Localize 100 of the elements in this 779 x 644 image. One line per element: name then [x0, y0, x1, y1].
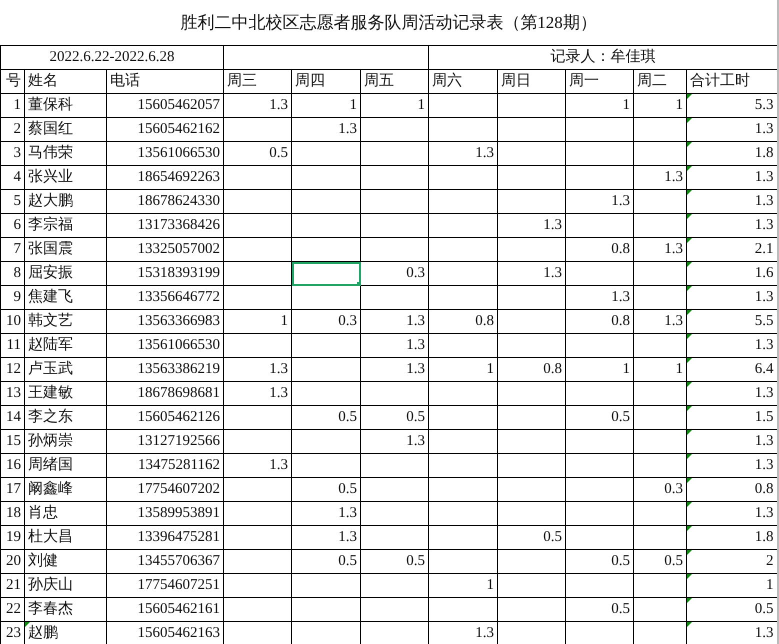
table-cell[interactable] — [224, 286, 292, 310]
table-cell[interactable] — [224, 190, 292, 214]
table-cell[interactable] — [566, 430, 634, 454]
table-cell[interactable] — [292, 454, 360, 478]
table-cell[interactable]: 1.3 — [634, 310, 686, 334]
table-cell[interactable] — [428, 334, 498, 358]
table-cell[interactable] — [292, 334, 360, 358]
table-cell[interactable] — [292, 358, 360, 382]
table-cell[interactable]: 0.5 — [566, 598, 634, 622]
table-cell[interactable] — [566, 574, 634, 598]
table-cell[interactable] — [224, 238, 292, 262]
table-cell[interactable] — [360, 526, 428, 550]
table-cell[interactable] — [498, 454, 566, 478]
table-cell[interactable] — [292, 262, 360, 286]
table-cell[interactable] — [360, 238, 428, 262]
table-cell[interactable]: 1.3 — [224, 382, 292, 406]
table-cell[interactable] — [498, 478, 566, 502]
table-cell[interactable] — [360, 598, 428, 622]
table-cell[interactable] — [428, 550, 498, 574]
table-cell[interactable]: 1 — [224, 310, 292, 334]
table-cell[interactable] — [224, 214, 292, 238]
table-cell[interactable] — [428, 598, 498, 622]
table-cell[interactable]: 1.3 — [224, 358, 292, 382]
table-cell[interactable]: 1.3 — [566, 190, 634, 214]
table-cell[interactable] — [428, 94, 498, 118]
table-cell[interactable] — [498, 430, 566, 454]
table-cell[interactable] — [498, 118, 566, 142]
table-cell[interactable]: 1.3 — [292, 526, 360, 550]
table-cell[interactable] — [292, 238, 360, 262]
table-cell[interactable] — [566, 478, 634, 502]
table-cell[interactable]: 1.3 — [498, 262, 566, 286]
table-cell[interactable] — [498, 550, 566, 574]
table-cell[interactable] — [360, 214, 428, 238]
table-cell[interactable] — [360, 166, 428, 190]
table-cell[interactable]: 0.5 — [292, 478, 360, 502]
table-cell[interactable]: 1 — [566, 94, 634, 118]
table-cell[interactable]: 1.3 — [360, 358, 428, 382]
table-cell[interactable] — [634, 526, 686, 550]
table-cell[interactable] — [566, 502, 634, 526]
table-cell[interactable] — [428, 406, 498, 430]
table-cell[interactable] — [634, 574, 686, 598]
table-cell[interactable] — [498, 574, 566, 598]
table-cell[interactable]: 0.3 — [634, 478, 686, 502]
table-cell[interactable] — [566, 118, 634, 142]
table-cell[interactable] — [634, 118, 686, 142]
table-cell[interactable] — [634, 214, 686, 238]
table-cell[interactable]: 0.5 — [566, 550, 634, 574]
table-cell[interactable] — [292, 190, 360, 214]
table-cell[interactable] — [498, 334, 566, 358]
table-cell[interactable]: 1.3 — [360, 334, 428, 358]
table-cell[interactable]: 1.3 — [224, 454, 292, 478]
table-cell[interactable] — [498, 238, 566, 262]
table-cell[interactable]: 1 — [428, 574, 498, 598]
table-cell[interactable] — [566, 454, 634, 478]
table-cell[interactable]: 1 — [360, 94, 428, 118]
table-cell[interactable]: 0.8 — [428, 310, 498, 334]
table-cell[interactable] — [428, 190, 498, 214]
table-cell[interactable] — [360, 454, 428, 478]
table-cell[interactable]: 0.8 — [566, 238, 634, 262]
table-cell[interactable] — [224, 526, 292, 550]
table-cell[interactable]: 1.3 — [360, 430, 428, 454]
table-cell[interactable]: 0.3 — [360, 262, 428, 286]
table-cell[interactable] — [224, 502, 292, 526]
table-cell[interactable] — [498, 166, 566, 190]
table-cell[interactable] — [224, 406, 292, 430]
table-cell[interactable]: 1.3 — [292, 502, 360, 526]
table-cell[interactable]: 0.5 — [566, 406, 634, 430]
table-cell[interactable] — [292, 430, 360, 454]
table-cell[interactable] — [498, 502, 566, 526]
table-cell[interactable] — [428, 382, 498, 406]
table-cell[interactable] — [292, 382, 360, 406]
table-cell[interactable]: 0.5 — [498, 526, 566, 550]
table-cell[interactable]: 1.3 — [292, 118, 360, 142]
table-cell[interactable] — [498, 190, 566, 214]
table-cell[interactable]: 0.5 — [292, 550, 360, 574]
table-cell[interactable] — [634, 286, 686, 310]
table-cell[interactable]: 1.3 — [224, 94, 292, 118]
table-cell[interactable] — [498, 598, 566, 622]
table-cell[interactable]: 0.5 — [634, 550, 686, 574]
table-cell[interactable] — [224, 166, 292, 190]
table-cell[interactable] — [566, 166, 634, 190]
table-cell[interactable] — [428, 286, 498, 310]
table-cell[interactable]: 1 — [428, 358, 498, 382]
table-cell[interactable] — [498, 94, 566, 118]
table-cell[interactable] — [428, 262, 498, 286]
table-cell[interactable] — [428, 430, 498, 454]
table-cell[interactable]: 0.5 — [360, 550, 428, 574]
table-cell[interactable] — [566, 214, 634, 238]
table-cell[interactable] — [224, 430, 292, 454]
table-cell[interactable] — [360, 190, 428, 214]
table-cell[interactable] — [428, 118, 498, 142]
table-cell[interactable] — [360, 118, 428, 142]
table-cell[interactable]: 0.5 — [360, 406, 428, 430]
table-cell[interactable] — [292, 214, 360, 238]
table-cell[interactable] — [634, 262, 686, 286]
table-cell[interactable] — [292, 574, 360, 598]
table-cell[interactable]: 1.3 — [428, 142, 498, 166]
table-cell[interactable]: 1.3 — [360, 310, 428, 334]
table-cell[interactable] — [566, 526, 634, 550]
table-cell[interactable] — [428, 238, 498, 262]
